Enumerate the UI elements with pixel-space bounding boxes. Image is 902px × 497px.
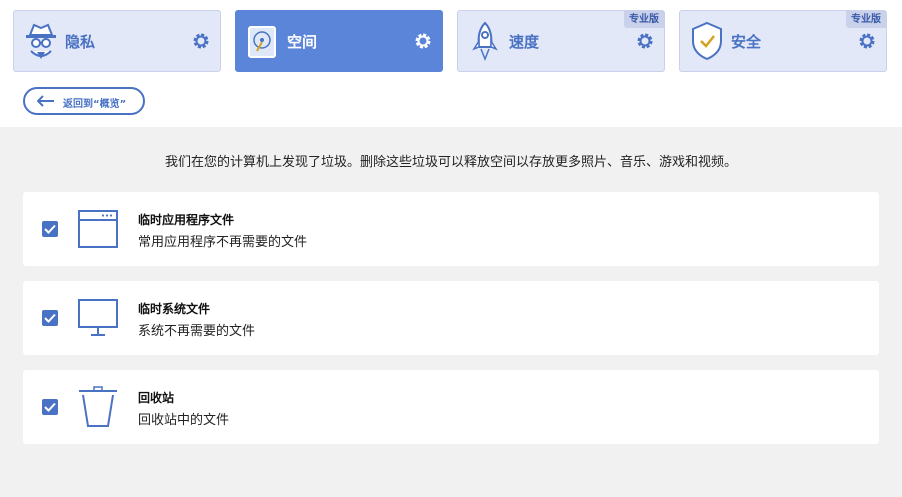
content-area: 我们在您的计算机上发现了垃圾。删除这些垃圾可以释放空间以存放更多照片、音乐、游戏… [0, 127, 902, 497]
checkbox[interactable] [42, 221, 58, 237]
item-description: 常用应用程序不再需要的文件 [138, 235, 308, 250]
arrow-left-icon [37, 95, 54, 107]
monitor-icon [78, 299, 118, 336]
tab-privacy-label: 隐私 [65, 33, 96, 51]
tab-space-label: 空间 [287, 33, 318, 51]
back-to-overview-button[interactable]: 返回到“概览” [23, 87, 145, 115]
gear-icon[interactable] [192, 32, 210, 50]
pro-badge: 专业版 [624, 11, 664, 28]
back-button-label: 返回到“概览” [63, 99, 127, 110]
gear-icon[interactable] [636, 32, 654, 50]
tab-speed[interactable]: 专业版 速度 [457, 10, 665, 72]
checkmark-icon [44, 402, 56, 412]
tab-security[interactable]: 专业版 安全 [679, 10, 887, 72]
item-description: 回收站中的文件 [138, 413, 230, 428]
item-title: 回收站 [138, 391, 175, 405]
app-window-icon [78, 210, 118, 248]
list-item[interactable]: 临时应用程序文件 常用应用程序不再需要的文件 [23, 192, 879, 266]
checkbox[interactable] [42, 310, 58, 326]
pro-badge: 专业版 [846, 11, 886, 28]
item-title: 临时系统文件 [138, 302, 211, 316]
gear-icon[interactable] [858, 32, 876, 50]
shield-icon [692, 21, 722, 61]
gear-icon[interactable] [414, 32, 432, 50]
trash-icon [79, 386, 117, 427]
tab-speed-label: 速度 [509, 33, 540, 51]
list-item[interactable]: 临时系统文件 系统不再需要的文件 [23, 281, 879, 355]
spy-icon [26, 23, 56, 59]
checkmark-icon [44, 224, 56, 234]
intro-text: 我们在您的计算机上发现了垃圾。删除这些垃圾可以释放空间以存放更多照片、音乐、游戏… [164, 155, 737, 170]
tab-security-label: 安全 [731, 33, 762, 51]
category-tabs: 隐私 空间 专业版 速度 专业版 安全 [13, 10, 889, 72]
list-item[interactable]: 回收站 回收站中的文件 [23, 370, 879, 444]
checkbox[interactable] [42, 399, 58, 415]
tab-space[interactable]: 空间 [235, 10, 443, 72]
item-description: 系统不再需要的文件 [138, 324, 256, 339]
rocket-icon [472, 21, 498, 61]
item-title: 临时应用程序文件 [138, 213, 235, 227]
tab-privacy[interactable]: 隐私 [13, 10, 221, 72]
checkmark-icon [44, 313, 56, 323]
disk-icon [248, 26, 276, 58]
